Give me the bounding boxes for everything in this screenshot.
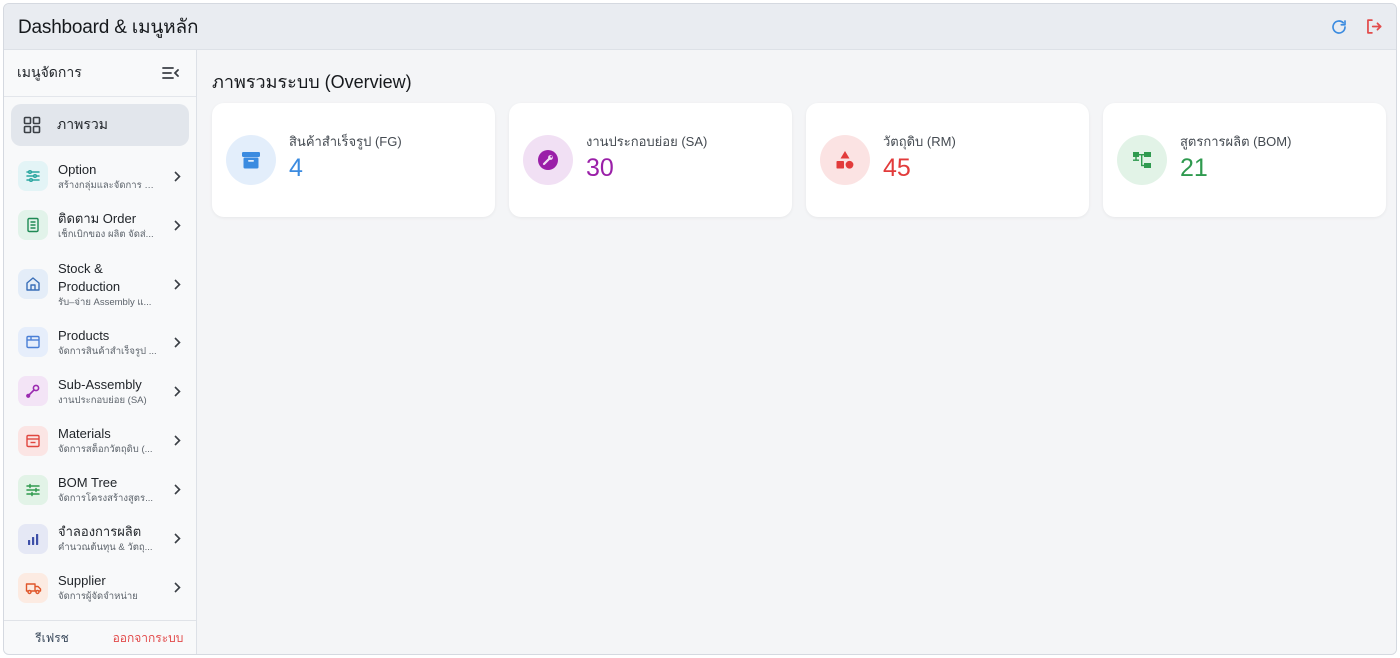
grid-icon <box>23 116 41 134</box>
sidebar-item-order-tracking[interactable]: ติดตาม Order เช็กเบิกของ ผลิต จัดส่... <box>11 200 189 250</box>
sidebar-item-title: ติดตาม Order <box>58 210 137 226</box>
stat-card-fg[interactable]: สินค้าสำเร็จรูป (FG) 4 <box>212 103 495 217</box>
sidebar-item-title: จำลองการผลิต <box>58 524 142 539</box>
sidebar-item-supplier[interactable]: Supplier จัดการผู้จัดจำหน่าย <box>11 563 189 612</box>
sidebar-item-label: ภาพรวม <box>57 116 108 132</box>
sidebar-item-subtitle: รับ–จ่าย Assembly แ... <box>58 296 152 308</box>
logout-icon <box>1366 19 1381 34</box>
refresh-button[interactable] <box>1328 16 1350 38</box>
main-content: ภาพรวมระบบ (Overview) สินค้าสำเร็จรูป (F… <box>198 50 1396 654</box>
sidebar-item-production-simulation[interactable]: จำลองการผลิต คำนวณต้นทุน & วัตถุ... <box>11 514 189 563</box>
app-title: Dashboard & เมนูหลัก <box>18 16 199 38</box>
checklist-icon <box>18 210 48 240</box>
sidebar-item-title: Supplier <box>58 573 106 588</box>
sidebar-item-subtitle: จัดการผู้จัดจำหน่าย <box>58 591 138 602</box>
stat-value: 21 <box>1180 154 1208 182</box>
sliders-icon <box>18 161 48 191</box>
sidebar-footer: รีเฟรช ออกจากระบบ <box>4 620 196 654</box>
stat-label: วัตถุดิบ (RM) <box>883 134 956 149</box>
stat-value: 30 <box>586 154 614 182</box>
chevron-right-icon <box>171 484 183 496</box>
logout-link[interactable]: ออกจากระบบ <box>100 629 196 648</box>
sidebar-item-products[interactable]: Products จัดการสินค้าสำเร็จรูป ... <box>11 318 189 366</box>
hierarchy-icon <box>1117 135 1167 185</box>
stat-label: สูตรการผลิต (BOM) <box>1180 134 1292 149</box>
sidebar-item-title: Option <box>58 161 97 177</box>
chevron-right-icon <box>171 435 183 447</box>
stat-label: งานประกอบย่อย (SA) <box>586 134 708 149</box>
shapes-icon <box>820 135 870 185</box>
wrench-icon <box>18 376 48 406</box>
collapse-sidebar-button[interactable] <box>160 63 180 83</box>
sidebar-item-overview[interactable]: ภาพรวม <box>11 104 189 146</box>
chevron-right-icon <box>171 278 183 290</box>
stat-card-rm[interactable]: วัตถุดิบ (RM) 45 <box>806 103 1089 217</box>
sidebar-item-title: Products <box>58 327 110 343</box>
stat-value: 4 <box>289 154 303 182</box>
chevron-right-icon <box>171 582 183 594</box>
stat-cards: สินค้าสำเร็จรูป (FG) 4 งานประกอบย่อย (SA… <box>212 103 1386 217</box>
page-title: ภาพรวมระบบ (Overview) <box>212 72 412 92</box>
wrench-icon <box>523 135 573 185</box>
sidebar: เมนูจัดการ ภาพรวม Option สร้างกลุ่มและจั… <box>4 50 197 654</box>
materials-icon <box>18 425 48 456</box>
chevron-right-icon <box>171 170 183 182</box>
chevron-right-icon <box>171 336 183 348</box>
app-window: Dashboard & เมนูหลัก เมนูจัดการ ภาพรวม O… <box>3 3 1397 655</box>
sidebar-item-sub-assembly[interactable]: Sub-Assembly งานประกอบย่อย (SA) <box>11 366 189 416</box>
refresh-icon <box>1332 19 1346 34</box>
truck-icon <box>18 572 48 603</box>
logout-button[interactable] <box>1362 16 1384 38</box>
stat-value: 45 <box>883 154 911 182</box>
sidebar-item-bom-tree[interactable]: BOM Tree จัดการโครงสร้างสูตร... <box>11 465 189 514</box>
sidebar-item-stock-production[interactable]: Stock & Production รับ–จ่าย Assembly แ..… <box>11 250 189 318</box>
sidebar-item-title: Materials <box>58 426 111 441</box>
sidebar-item-title: Sub-Assembly <box>58 376 142 392</box>
stat-card-sa[interactable]: งานประกอบย่อย (SA) 30 <box>509 103 792 217</box>
sidebar-item-option[interactable]: Option สร้างกลุ่มและจัดการ O... <box>11 152 189 200</box>
tree-icon <box>18 474 48 505</box>
sidebar-item-subtitle: งานประกอบย่อย (SA) <box>58 394 147 406</box>
top-bar: Dashboard & เมนูหลัก <box>4 4 1396 50</box>
sidebar-title: เมนูจัดการ <box>17 64 82 80</box>
chevron-right-icon <box>171 385 183 397</box>
sidebar-item-subtitle: จัดการโครงสร้างสูตร... <box>58 493 153 504</box>
sidebar-item-title: BOM Tree <box>58 475 118 490</box>
warehouse-icon <box>18 269 48 299</box>
sidebar-item-subtitle: สร้างกลุ่มและจัดการ O... <box>58 179 158 191</box>
sidebar-item-subtitle: เช็กเบิกของ ผลิต จัดส่... <box>58 228 154 240</box>
sidebar-item-materials[interactable]: Materials จัดการสต็อกวัตถุดิบ (... <box>11 416 189 465</box>
chevron-right-icon <box>171 219 183 231</box>
bar-chart-icon <box>18 523 48 554</box>
archive-icon <box>226 135 276 185</box>
sidebar-item-title: Stock & Production <box>58 260 121 294</box>
menu-collapse-icon <box>161 67 179 79</box>
sidebar-item-subtitle: คำนวณต้นทุน & วัตถุ... <box>58 542 153 553</box>
stat-card-bom[interactable]: สูตรการผลิต (BOM) 21 <box>1103 103 1386 217</box>
chevron-right-icon <box>171 533 183 545</box>
box-icon <box>18 327 48 357</box>
refresh-link[interactable]: รีเฟรช <box>4 629 100 648</box>
sidebar-item-subtitle: จัดการสินค้าสำเร็จรูป ... <box>58 345 157 357</box>
sidebar-item-subtitle: จัดการสต็อกวัตถุดิบ (... <box>58 444 153 455</box>
stat-label: สินค้าสำเร็จรูป (FG) <box>289 134 402 149</box>
